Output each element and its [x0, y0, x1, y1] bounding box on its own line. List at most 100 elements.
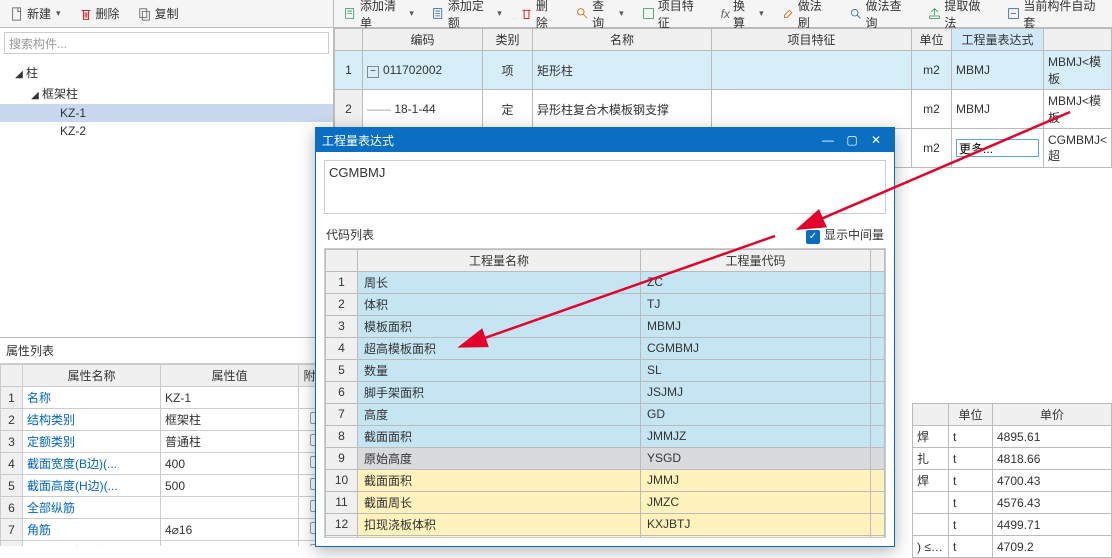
prop-value[interactable]: 1⌀16: [161, 541, 299, 547]
prop-value[interactable]: 400: [161, 453, 299, 475]
qty-code[interactable]: JMZC: [641, 491, 871, 513]
code-cell[interactable]: −011702002: [363, 51, 483, 90]
qty-name[interactable]: 截面周长: [358, 491, 641, 513]
tree-root[interactable]: ◢柱: [0, 62, 333, 83]
price-unit: t: [949, 426, 993, 448]
add-quota-icon: [432, 7, 445, 21]
new-button[interactable]: 新建 ▾: [4, 3, 67, 24]
maximize-button[interactable]: ▢: [840, 130, 864, 150]
unit-cell[interactable]: m2: [911, 129, 951, 168]
feature-cell[interactable]: [711, 51, 911, 90]
qty-code[interactable]: JMMJ: [641, 469, 871, 491]
col-name[interactable]: 名称: [533, 29, 712, 51]
name-cell[interactable]: 矩形柱: [533, 51, 712, 90]
qty-name[interactable]: 高度: [358, 403, 641, 425]
expression-dialog: 工程量表达式 — ▢ ✕ CGMBMJ 代码列表 ✓显示中间量 工程量名称工程量…: [315, 127, 895, 547]
price-val: 4709.2: [993, 536, 1112, 558]
col-code[interactable]: 编码: [363, 29, 483, 51]
qty-name[interactable]: 脚手架面积: [358, 381, 641, 403]
prop-name[interactable]: 截面高度(H边)(...: [23, 475, 161, 497]
prop-name[interactable]: 定额类别: [23, 431, 161, 453]
qty-name[interactable]: 扣预制板体积: [358, 535, 641, 538]
chevron-down-icon: ▾: [619, 8, 624, 19]
expression-input[interactable]: CGMBMJ: [324, 160, 886, 214]
prop-name[interactable]: 名称: [23, 387, 161, 409]
minimize-button[interactable]: —: [816, 130, 840, 150]
qty-code[interactable]: TJ: [641, 293, 871, 315]
qty-name[interactable]: 原始高度: [358, 447, 641, 469]
expr-cell[interactable]: [951, 129, 1043, 168]
col-feature[interactable]: 项目特征: [711, 29, 911, 51]
prop-name[interactable]: 全部纵筋: [23, 497, 161, 519]
tree-child[interactable]: ◢框架柱: [0, 83, 333, 104]
search-placeholder: 搜索构件...: [9, 35, 67, 52]
qty-name[interactable]: 模板面积: [358, 315, 641, 337]
expr-cell-input[interactable]: [956, 139, 1039, 157]
qty-name[interactable]: 体积: [358, 293, 641, 315]
col-unit[interactable]: 单位: [911, 29, 951, 51]
collapse-icon[interactable]: ◢: [14, 69, 24, 80]
collapse-icon[interactable]: ◢: [30, 90, 40, 101]
qty-code[interactable]: GD: [641, 403, 871, 425]
expr-cell[interactable]: MBMJ: [951, 90, 1043, 129]
property-list-title: 属性列表: [0, 338, 333, 364]
qty-name[interactable]: 截面面积: [358, 425, 641, 447]
unit-cell[interactable]: m2: [911, 51, 951, 90]
qty-code[interactable]: YSGD: [641, 447, 871, 469]
type-cell[interactable]: 定: [483, 90, 533, 129]
qty-code[interactable]: KXJBTJ: [641, 513, 871, 535]
feature-cell[interactable]: [711, 90, 911, 129]
unit-cell[interactable]: m2: [911, 90, 951, 129]
prop-name[interactable]: 角筋: [23, 519, 161, 541]
col-name: 属性名称: [23, 365, 161, 387]
prop-value[interactable]: [161, 497, 299, 519]
ext-cell[interactable]: MBMJ<模板: [1043, 90, 1111, 129]
prop-value[interactable]: KZ-1: [161, 387, 299, 409]
col-expr[interactable]: 工程量表达式: [951, 29, 1043, 51]
qty-code[interactable]: JMMJZ: [641, 425, 871, 447]
qty-code[interactable]: ZC: [641, 271, 871, 293]
qty-code[interactable]: SL: [641, 359, 871, 381]
prop-name[interactable]: 截面宽度(B边)(...: [23, 453, 161, 475]
col-price: 单价: [993, 404, 1112, 426]
delete-icon: [520, 7, 533, 21]
qty-name[interactable]: 数量: [358, 359, 641, 381]
ext-cell[interactable]: MBMJ<模板: [1043, 51, 1111, 90]
tree-leaf[interactable]: KZ-2: [0, 122, 333, 140]
price-pre: 焊: [913, 470, 949, 492]
close-button[interactable]: ✕: [864, 130, 888, 150]
search-icon: [576, 7, 589, 21]
price-pre: [913, 492, 949, 514]
prop-name[interactable]: B边一侧中部筋: [23, 541, 161, 547]
qty-code[interactable]: CGMBMJ: [641, 337, 871, 359]
qty-name[interactable]: 截面面积: [358, 469, 641, 491]
code-cell[interactable]: —— 18-1-44: [363, 90, 483, 129]
prop-name[interactable]: 结构类别: [23, 409, 161, 431]
price-unit: t: [949, 514, 993, 536]
search-input[interactable]: 搜索构件...: [4, 32, 329, 54]
expr-cell[interactable]: MBMJ: [951, 51, 1043, 90]
prop-value[interactable]: 500: [161, 475, 299, 497]
tree-leaf[interactable]: KZ-1: [0, 104, 333, 122]
col-qname: 工程量名称: [358, 249, 641, 271]
left-toolbar: 新建 ▾ 删除 复制: [0, 0, 333, 28]
price-pre: 焊: [913, 426, 949, 448]
delete-button[interactable]: 删除: [73, 3, 126, 24]
prop-value[interactable]: 普通柱: [161, 431, 299, 453]
qty-name[interactable]: 超高模板面积: [358, 337, 641, 359]
collapse-box-icon[interactable]: −: [367, 66, 379, 78]
qty-code[interactable]: KYZBTJ: [641, 535, 871, 538]
type-cell[interactable]: 项: [483, 51, 533, 90]
qty-code[interactable]: JSJMJ: [641, 381, 871, 403]
prop-value[interactable]: 4⌀16: [161, 519, 299, 541]
col-type[interactable]: 类别: [483, 29, 533, 51]
ext-cell[interactable]: CGMBMJ<超: [1043, 129, 1111, 168]
name-cell[interactable]: 异形柱复合木模板钢支撑: [533, 90, 712, 129]
prop-value[interactable]: 框架柱: [161, 409, 299, 431]
qty-name[interactable]: 周长: [358, 271, 641, 293]
show-mid-checkbox[interactable]: ✓显示中间量: [806, 226, 884, 244]
copy-button[interactable]: 复制: [132, 3, 185, 24]
qty-name[interactable]: 扣现浇板体积: [358, 513, 641, 535]
dialog-titlebar[interactable]: 工程量表达式 — ▢ ✕: [316, 128, 894, 152]
qty-code[interactable]: MBMJ: [641, 315, 871, 337]
